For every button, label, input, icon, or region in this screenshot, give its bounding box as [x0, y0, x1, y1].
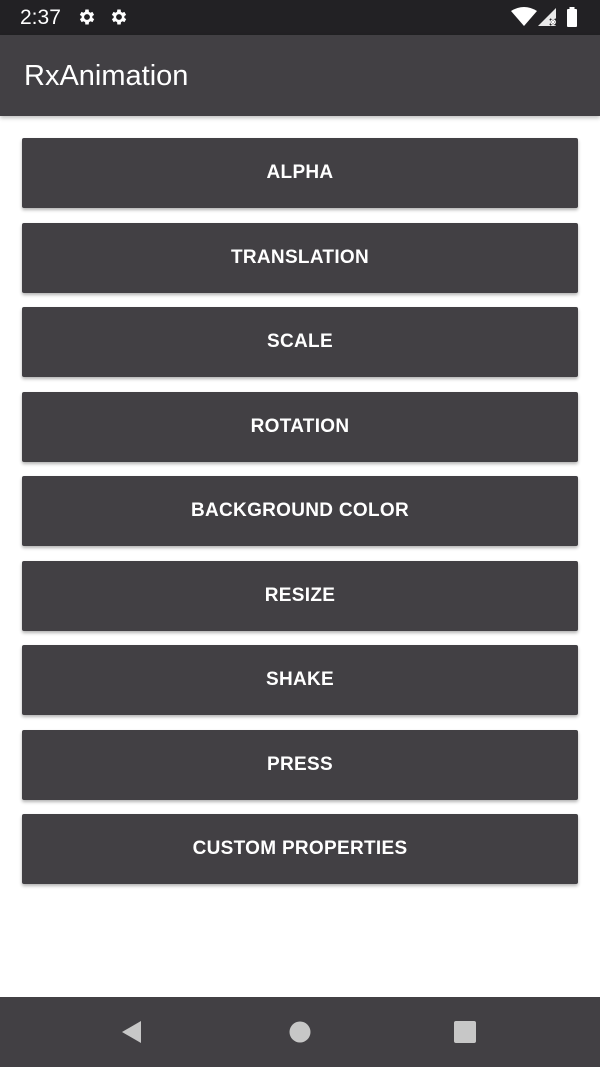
- wifi-icon: [511, 7, 537, 26]
- navigation-bar: [0, 997, 600, 1067]
- status-bar: 2:37: [0, 0, 600, 35]
- background-color-button[interactable]: BACKGROUND COLOR: [22, 476, 578, 546]
- scale-button[interactable]: SCALE: [22, 307, 578, 377]
- gear-icon: [79, 9, 95, 25]
- back-icon[interactable]: [117, 1017, 147, 1047]
- home-icon[interactable]: [285, 1017, 315, 1047]
- status-time: 2:37: [20, 6, 61, 29]
- press-button[interactable]: PRESS: [22, 729, 578, 800]
- button-list: ALPHA TRANSLATION SCALE ROTATION BACKGRO…: [22, 138, 578, 899]
- rotation-button[interactable]: ROTATION: [22, 391, 578, 462]
- app-title: RxAnimation: [24, 60, 189, 92]
- gear-icon: [111, 9, 127, 25]
- cell-signal-icon: [538, 8, 557, 26]
- recents-icon[interactable]: [450, 1017, 480, 1047]
- translation-button[interactable]: TRANSLATION: [22, 222, 578, 293]
- shake-button[interactable]: SHAKE: [22, 645, 578, 715]
- resize-button[interactable]: RESIZE: [22, 560, 578, 631]
- alpha-button[interactable]: ALPHA: [22, 138, 578, 208]
- custom-properties-button[interactable]: CUSTOM PROPERTIES: [22, 814, 578, 884]
- battery-icon: [567, 7, 577, 27]
- app-bar: RxAnimation: [0, 35, 600, 116]
